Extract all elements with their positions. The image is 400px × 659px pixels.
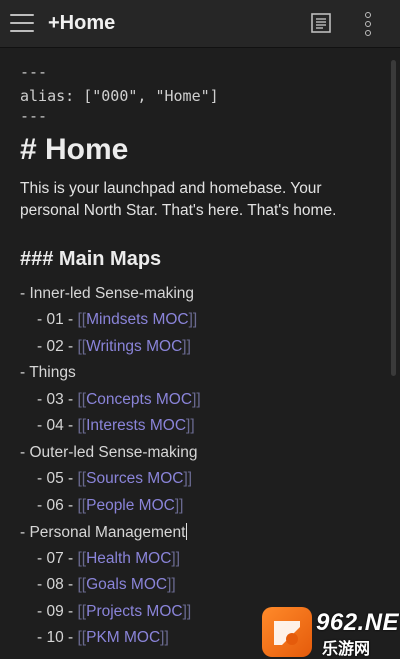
close-bracket: ]] [167, 576, 176, 593]
close-bracket: ]] [188, 311, 198, 328]
list-item-prefix: - 03 - [37, 391, 78, 408]
list-item: - 08 - [[Goals MOC]] [37, 576, 176, 594]
group-things: - Things [20, 364, 76, 381]
open-bracket: [[ [77, 603, 87, 620]
vertical-scrollbar[interactable] [391, 60, 396, 376]
close-bracket: ]] [186, 417, 195, 434]
wikilink-pkm[interactable]: PKM MOC [86, 629, 160, 646]
open-bracket: [[ [77, 311, 87, 328]
frontmatter-alias: alias: ["000", "Home"] [20, 87, 219, 105]
list-item: - 09 - [[Projects MOC]] [37, 603, 191, 621]
open-bracket: [[ [77, 417, 87, 434]
group-personal-management: - Personal Management [20, 523, 188, 542]
reading-view-icon[interactable] [310, 12, 332, 34]
list-item-prefix: - 01 - [37, 311, 78, 328]
list-item: - 01 - [[Mindsets MOC]] [37, 311, 197, 329]
wikilink-interests[interactable]: Interests MOC [86, 417, 186, 434]
list-item-prefix: - 10 - [37, 629, 78, 646]
group-inner-led: - Inner-led Sense-making [20, 285, 195, 302]
text-cursor [186, 523, 188, 540]
open-bracket: [[ [77, 550, 87, 567]
list-item: - 10 - [[PKM MOC]] [37, 629, 169, 647]
open-bracket: [[ [77, 629, 87, 646]
wikilink-mindsets[interactable]: Mindsets MOC [86, 311, 189, 328]
open-bracket: [[ [77, 576, 87, 593]
wikilink-goals[interactable]: Goals MOC [86, 576, 167, 593]
wikilink-health[interactable]: Health MOC [86, 550, 171, 567]
close-bracket: ]] [182, 338, 191, 355]
close-bracket: ]] [192, 391, 201, 408]
watermark-subtitle: 乐游网 [322, 641, 371, 658]
note-editor[interactable]: --- alias: ["000", "Home"] --- # Home Th… [0, 49, 400, 659]
list-item-prefix: - 04 - [37, 417, 78, 434]
open-bracket: [[ [77, 338, 87, 355]
wikilink-people[interactable]: People MOC [86, 497, 175, 514]
group-personal-management-label: - Personal Management [20, 524, 186, 541]
close-bracket: ]] [182, 603, 192, 620]
list-item: - 03 - [[Concepts MOC]] [37, 391, 201, 409]
list-item: - 05 - [[Sources MOC]] [37, 470, 192, 488]
list-item-prefix: - 07 - [37, 550, 78, 567]
wikilink-concepts[interactable]: Concepts MOC [86, 391, 192, 408]
heading-main-maps: ### Main Maps [20, 248, 162, 270]
list-item: - 04 - [[Interests MOC]] [37, 417, 195, 435]
vertical-ellipsis-icon[interactable] [358, 12, 378, 36]
app-header: +Home [0, 0, 400, 48]
list-item: - 06 - [[People MOC]] [37, 497, 183, 515]
intro-line-1: This is your launchpad and homebase. You… [20, 180, 322, 197]
close-bracket: ]] [171, 550, 181, 567]
watermark-logo-icon [262, 607, 312, 657]
open-bracket: [[ [77, 470, 87, 487]
list-item: - 07 - [[Health MOC]] [37, 550, 180, 568]
intro-line-2: personal North Star. That's here. That's… [20, 202, 337, 219]
list-item-prefix: - 06 - [37, 497, 78, 514]
watermark-number: 962.NET [316, 609, 400, 636]
wikilink-writings[interactable]: Writings MOC [86, 338, 182, 355]
frontmatter-open-fence: --- [20, 63, 48, 81]
list-item-prefix: - 02 - [37, 338, 78, 355]
list-item-prefix: - 08 - [37, 576, 78, 593]
list-item-prefix: - 05 - [37, 470, 78, 487]
frontmatter-close-fence: --- [20, 107, 48, 125]
heading-home: # Home [20, 133, 129, 166]
wikilink-sources[interactable]: Sources MOC [86, 470, 183, 487]
note-title: +Home [48, 12, 116, 34]
close-bracket: ]] [174, 497, 184, 514]
close-bracket: ]] [160, 629, 169, 646]
open-bracket: [[ [77, 391, 87, 408]
site-watermark: 962.NET 乐游网 [262, 607, 400, 658]
list-item-prefix: - 09 - [37, 603, 78, 620]
group-outer-led: - Outer-led Sense-making [20, 444, 198, 461]
list-item: - 02 - [[Writings MOC]] [37, 338, 191, 356]
close-bracket: ]] [183, 470, 193, 487]
wikilink-projects[interactable]: Projects MOC [86, 603, 182, 620]
hamburger-menu-icon[interactable] [10, 14, 34, 32]
open-bracket: [[ [77, 497, 87, 514]
